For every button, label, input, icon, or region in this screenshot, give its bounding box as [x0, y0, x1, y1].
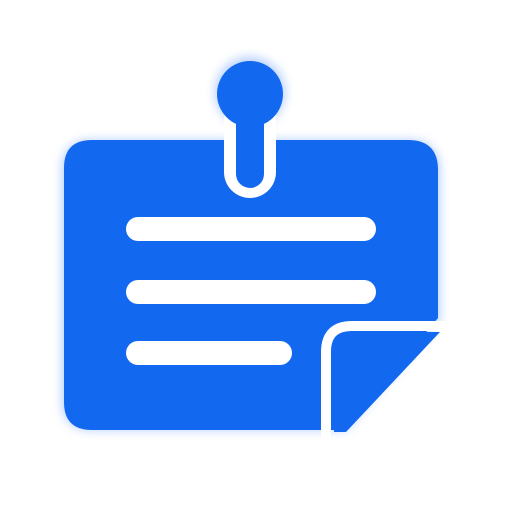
icon-canvas [0, 0, 512, 512]
note-line-2 [126, 280, 376, 304]
pinned-note-icon [62, 57, 450, 443]
folded-corner-fill [334, 332, 440, 432]
note-line-1 [126, 217, 376, 241]
pin-head [217, 61, 283, 127]
note-line-3 [126, 341, 292, 365]
